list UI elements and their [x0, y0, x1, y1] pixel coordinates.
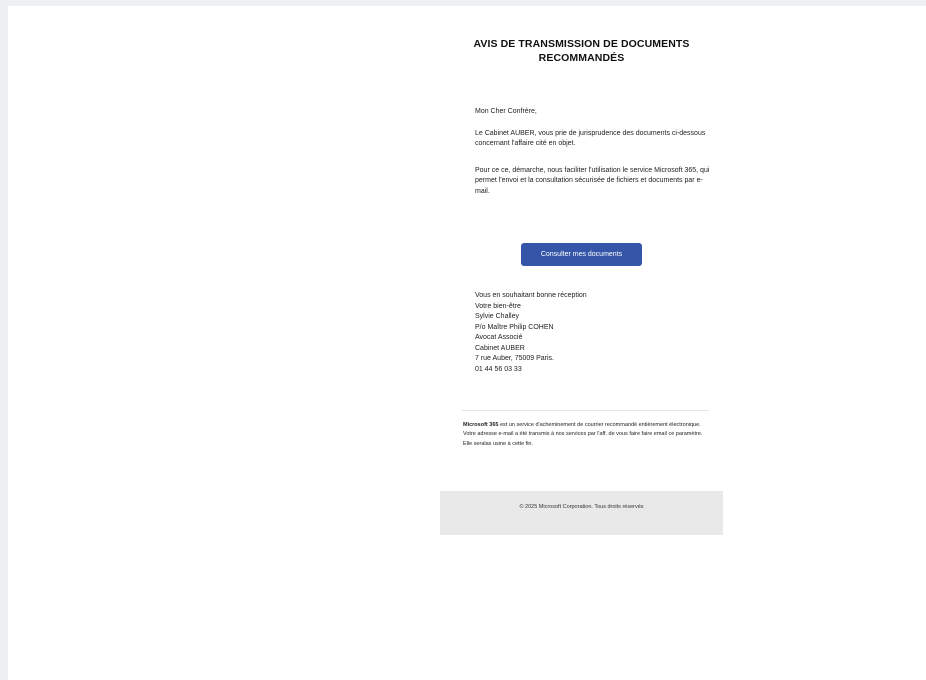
consult-documents-button[interactable]: Consulter mes documents: [521, 243, 642, 266]
signature-line: Sylvie Challey: [475, 313, 519, 320]
signature-block: Vous en souhaitant bonne réception Votre…: [475, 291, 710, 375]
email-body: AVIS DE TRANSMISSION DE DOCUMENTS RECOMM…: [440, 6, 723, 535]
signature-line: P/o Maître Philip COHEN: [475, 323, 554, 331]
signature-line: 7 rue Auber, 75009 Paris.: [475, 355, 554, 362]
paragraph-service: Pour ce ce, démarche, nous faciliter l'u…: [475, 167, 710, 195]
email-viewport: AVIS DE TRANSMISSION DE DOCUMENTS RECOMM…: [8, 6, 926, 680]
service-note: Microsoft 365 est un service d'acheminem…: [463, 421, 703, 449]
email-title-line1: AVIS DE TRANSMISSION DE DOCUMENTS: [473, 38, 690, 50]
signature-line: 01 44 56 03 33: [475, 365, 522, 373]
signature-line: Votre bien-être: [475, 302, 521, 310]
greeting: Mon Cher Confrère,: [475, 108, 537, 115]
email-title-line2: RECOMMANDÉS: [538, 52, 625, 64]
signature-line: Vous en souhaitant bonne réception: [475, 292, 587, 299]
email-title: AVIS DE TRANSMISSION DE DOCUMENTS RECOMM…: [440, 37, 723, 65]
signature-line: Cabinet AUBER: [475, 344, 525, 352]
cta-container: Consulter mes documents: [521, 243, 642, 266]
divider: [462, 410, 709, 411]
service-note-brand: Microsoft 365: [463, 422, 499, 428]
paragraph-intro: Le Cabinet AUBER, vous prie de jurisprud…: [475, 130, 706, 148]
footer-copyright: © 2025 Microsoft Corporation. Tous droit…: [519, 504, 644, 510]
service-note-text: est un service d'acheminement de courrie…: [463, 422, 703, 447]
footer: © 2025 Microsoft Corporation. Tous droit…: [440, 491, 723, 535]
signature-line: Avocat Associé: [475, 334, 523, 341]
